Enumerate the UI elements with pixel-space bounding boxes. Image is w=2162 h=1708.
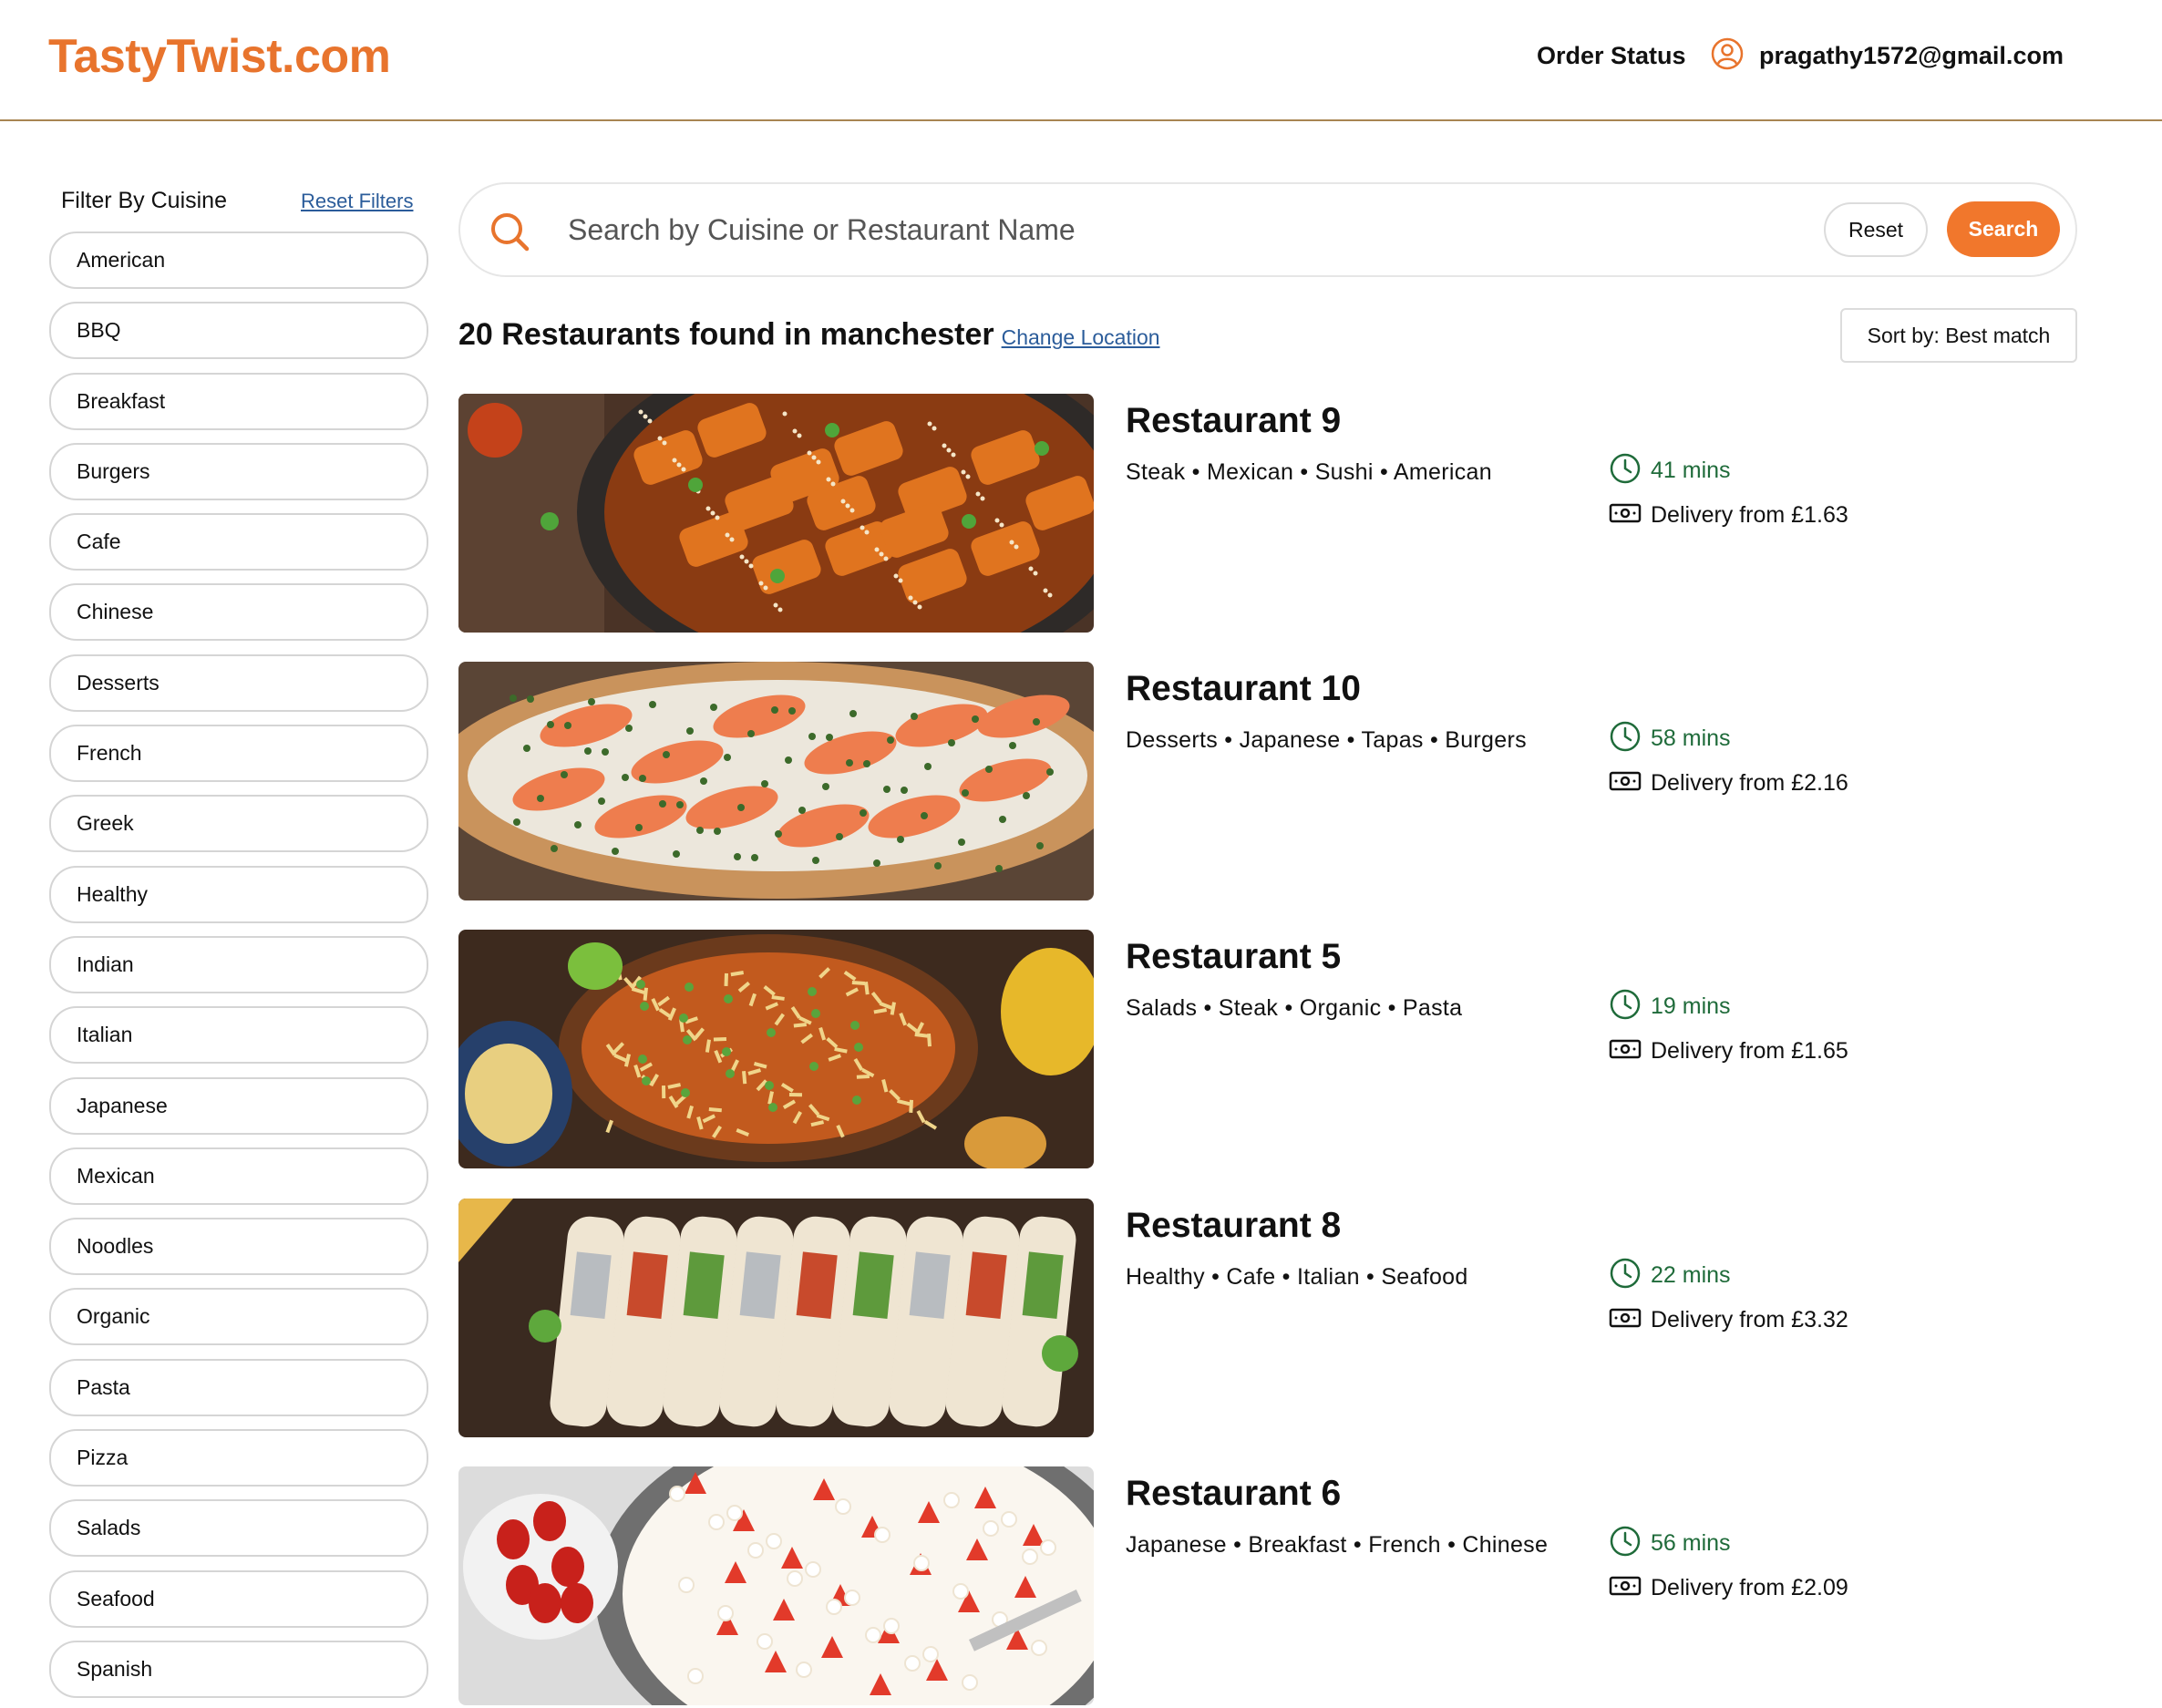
- reset-filters-link[interactable]: Reset Filters: [301, 190, 413, 213]
- user-account[interactable]: pragathy1572@gmail.com: [1710, 36, 2064, 76]
- search-reset-button[interactable]: Reset: [1824, 202, 1928, 257]
- delivery-fee: Delivery from £3.32: [1609, 1306, 1848, 1334]
- restaurant-card[interactable]: Restaurant 10 Desserts • Japanese • Tapas…: [458, 662, 2081, 900]
- restaurant-card[interactable]: Restaurant 8 Healthy • Cafe • Italian • S…: [458, 1199, 2081, 1437]
- restaurant-cuisines: Steak • Mexican • Sushi • American: [1126, 459, 1492, 485]
- top-header: TastyTwist.com Order Status pragathy1572…: [0, 0, 2162, 121]
- restaurant-image[interactable]: [458, 1466, 1094, 1705]
- user-icon: [1710, 36, 1745, 76]
- restaurant-image[interactable]: [458, 394, 1094, 633]
- results-summary-line: 20 Restaurants found in manchester Chang…: [458, 317, 1160, 353]
- delivery-fee: Delivery from £1.63: [1609, 501, 1848, 530]
- delivery-fee: Delivery from £2.09: [1609, 1574, 1848, 1602]
- cuisine-filter-american[interactable]: American: [49, 232, 428, 289]
- cuisine-filter-organic[interactable]: Organic: [49, 1288, 428, 1346]
- cuisine-filter-breakfast[interactable]: Breakfast: [49, 372, 428, 430]
- cuisine-filter-bbq[interactable]: BBQ: [49, 302, 428, 360]
- change-location-link[interactable]: Change Location: [1002, 325, 1160, 350]
- cuisine-filter-burgers[interactable]: Burgers: [49, 442, 428, 500]
- cash-icon: [1609, 769, 1642, 797]
- restaurant-image[interactable]: [458, 930, 1094, 1168]
- search-button[interactable]: Search: [1947, 201, 2060, 257]
- restaurant-name[interactable]: Restaurant 8: [1126, 1206, 1341, 1246]
- restaurant-cuisines: Desserts • Japanese • Tapas • Burgers: [1126, 727, 1527, 753]
- search-icon: [488, 210, 531, 258]
- restaurant-name[interactable]: Restaurant 5: [1126, 937, 1341, 977]
- delivery-time: 56 mins: [1609, 1525, 1731, 1562]
- restaurant-name[interactable]: Restaurant 10: [1126, 669, 1361, 709]
- delivery-time-text: 19 mins: [1651, 993, 1731, 1019]
- user-email: pragathy1572@gmail.com: [1759, 42, 2064, 69]
- clock-icon: [1609, 452, 1642, 489]
- delivery-fee-text: Delivery from £2.16: [1651, 770, 1848, 796]
- restaurant-card[interactable]: Restaurant 6 Japanese • Breakfast • Frenc…: [458, 1466, 2081, 1705]
- filter-title: Filter By Cuisine: [61, 188, 227, 213]
- delivery-time-text: 22 mins: [1651, 1262, 1731, 1288]
- restaurant-image[interactable]: [458, 1199, 1094, 1437]
- delivery-time-text: 41 mins: [1651, 458, 1731, 483]
- cuisine-filter-mexican[interactable]: Mexican: [49, 1147, 428, 1205]
- delivery-fee-text: Delivery from £2.09: [1651, 1575, 1848, 1600]
- cuisine-filter-indian[interactable]: Indian: [49, 935, 428, 993]
- delivery-time-text: 58 mins: [1651, 725, 1731, 751]
- cuisine-filter-noodles[interactable]: Noodles: [49, 1218, 428, 1276]
- restaurant-name[interactable]: Restaurant 6: [1126, 1474, 1341, 1514]
- cuisine-filter-french[interactable]: French: [49, 725, 428, 783]
- cash-icon: [1609, 501, 1642, 530]
- clock-icon: [1609, 1525, 1642, 1562]
- restaurant-cuisines: Japanese • Breakfast • French • Chinese: [1126, 1532, 1549, 1558]
- cuisine-filter-greek[interactable]: Greek: [49, 795, 428, 853]
- delivery-fee-text: Delivery from £1.63: [1651, 502, 1848, 528]
- cuisine-filter-cafe[interactable]: Cafe: [49, 513, 428, 571]
- cuisine-filter-spanish[interactable]: Spanish: [49, 1640, 428, 1698]
- cuisine-filter-list: American BBQ Breakfast Burgers Cafe Chinese De…: [49, 232, 428, 1708]
- delivery-time: 41 mins: [1609, 452, 1731, 489]
- cuisine-filter-pizza[interactable]: Pizza: [49, 1429, 428, 1487]
- results-count: 20 Restaurants found in manchester: [458, 317, 994, 352]
- clock-icon: [1609, 1257, 1642, 1294]
- clock-icon: [1609, 720, 1642, 757]
- cash-icon: [1609, 1037, 1642, 1065]
- delivery-fee: Delivery from £1.65: [1609, 1037, 1848, 1065]
- order-status-link[interactable]: Order Status: [1537, 42, 1686, 70]
- sort-dropdown[interactable]: Sort by: Best match: [1840, 308, 2077, 363]
- delivery-fee-text: Delivery from £3.32: [1651, 1307, 1848, 1332]
- delivery-time: 19 mins: [1609, 988, 1731, 1025]
- restaurant-card[interactable]: Restaurant 5 Salads • Steak • Organic • P…: [458, 930, 2081, 1168]
- restaurant-cuisines: Healthy • Cafe • Italian • Seafood: [1126, 1264, 1468, 1290]
- restaurant-name[interactable]: Restaurant 9: [1126, 401, 1341, 441]
- cuisine-filter-desserts[interactable]: Desserts: [49, 653, 428, 712]
- search-input[interactable]: [568, 204, 1616, 255]
- delivery-time: 58 mins: [1609, 720, 1731, 757]
- cuisine-filter-pasta[interactable]: Pasta: [49, 1358, 428, 1416]
- cash-icon: [1609, 1306, 1642, 1334]
- delivery-fee-text: Delivery from £1.65: [1651, 1038, 1848, 1064]
- restaurant-image[interactable]: [458, 662, 1094, 900]
- restaurant-cuisines: Salads • Steak • Organic • Pasta: [1126, 995, 1463, 1021]
- restaurant-card[interactable]: Restaurant 9 Steak • Mexican • Sushi • Am…: [458, 394, 2081, 633]
- cuisine-filter-japanese[interactable]: Japanese: [49, 1076, 428, 1135]
- clock-icon: [1609, 988, 1642, 1025]
- cuisine-filter-italian[interactable]: Italian: [49, 1006, 428, 1065]
- site-logo[interactable]: TastyTwist.com: [48, 29, 391, 84]
- cuisine-filter-seafood[interactable]: Seafood: [49, 1569, 428, 1628]
- cuisine-filter-salads[interactable]: Salads: [49, 1499, 428, 1558]
- delivery-fee: Delivery from £2.16: [1609, 769, 1848, 797]
- search-bar: Reset Search: [458, 182, 2077, 277]
- cash-icon: [1609, 1574, 1642, 1602]
- delivery-time: 22 mins: [1609, 1257, 1731, 1294]
- delivery-time-text: 56 mins: [1651, 1530, 1731, 1556]
- cuisine-filter-chinese[interactable]: Chinese: [49, 583, 428, 642]
- cuisine-filter-healthy[interactable]: Healthy: [49, 865, 428, 923]
